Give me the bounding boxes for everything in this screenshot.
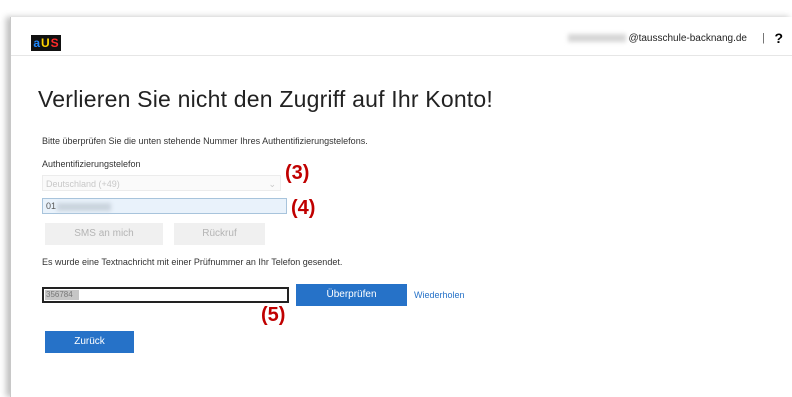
back-button[interactable]: Zurück <box>45 331 134 353</box>
header-separator: | <box>762 32 765 44</box>
user-account[interactable]: @tausschule-backnang.de <box>568 33 747 44</box>
logo-letter-u: U <box>41 36 50 50</box>
phone-number-field[interactable]: 01 <box>42 198 287 214</box>
browser-frame: a U S @tausschule-backnang.de | ? Verlie… <box>10 17 792 397</box>
user-email: @tausschule-backnang.de <box>628 33 747 44</box>
phone-prefix: 01 <box>46 201 57 211</box>
code-value: 356784 <box>46 290 73 299</box>
school-logo: a U S <box>31 35 61 51</box>
country-select[interactable]: Deutschland (+49) ⌄ <box>42 175 281 191</box>
help-icon[interactable]: ? <box>774 30 783 46</box>
redacted-phone-number <box>57 202 112 211</box>
repeat-link[interactable]: Wiederholen <box>414 290 465 300</box>
phone-label: Authentifizierungstelefon <box>42 159 141 169</box>
callback-button[interactable]: Rückruf <box>174 223 265 245</box>
page-title: Verlieren Sie nicht den Zugriff auf Ihr … <box>38 86 493 112</box>
verify-button[interactable]: Überprüfen <box>296 284 407 306</box>
annotation-3: (3) <box>285 162 310 184</box>
logo-letter-a: a <box>33 36 40 50</box>
sms-button[interactable]: SMS an mich <box>45 223 163 245</box>
country-value: Deutschland (+49) <box>46 179 120 189</box>
top-bar: a U S @tausschule-backnang.de | ? <box>11 17 792 56</box>
logo-letter-s: S <box>50 36 59 50</box>
sms-sent-info: Es wurde eine Textnachricht mit einer Pr… <box>42 257 343 267</box>
annotation-5: (5) <box>261 304 286 326</box>
redacted-username <box>568 34 627 43</box>
verification-code-input[interactable]: 356784 <box>42 287 289 303</box>
chevron-down-icon: ⌄ <box>268 179 276 189</box>
annotation-4: (4) <box>291 197 316 219</box>
instruction-text: Bitte überprüfen Sie die unten stehende … <box>42 136 368 146</box>
